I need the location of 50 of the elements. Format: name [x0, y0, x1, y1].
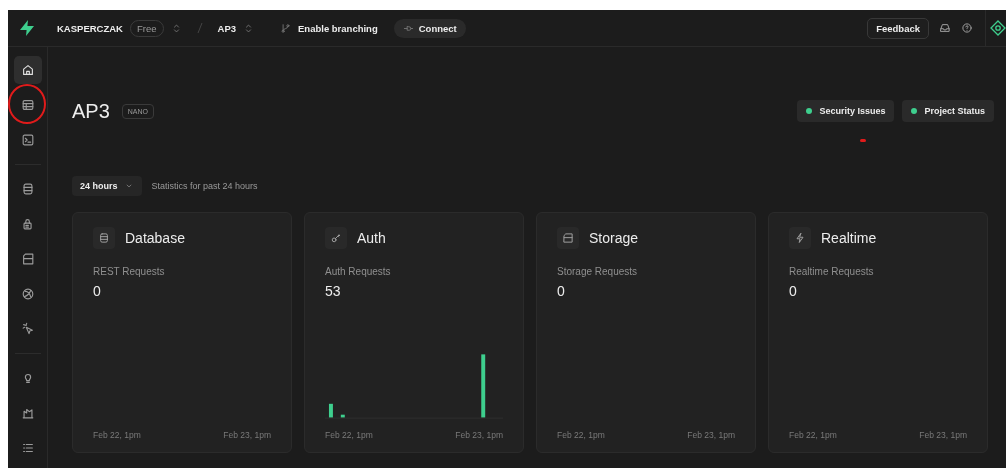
card-title: Auth [357, 230, 386, 246]
axis-end-label: Feb 23, 1pm [919, 430, 967, 440]
axis-end-label: Feb 23, 1pm [455, 430, 503, 440]
chevron-updown-icon [243, 22, 254, 34]
terminal-icon [20, 133, 35, 147]
axis-start-label: Feb 22, 1pm [325, 430, 373, 440]
help-icon [961, 22, 973, 34]
connect-button[interactable]: Connect [393, 18, 466, 38]
metric-value: 0 [93, 283, 102, 299]
card-title: Storage [589, 230, 639, 246]
status-button[interactable]: Security Issues [797, 100, 895, 122]
status-button[interactable]: Project Status [902, 100, 994, 122]
branch-icon [280, 22, 291, 34]
card-title: Realtime [821, 230, 877, 246]
project-title: AP3 [72, 99, 110, 123]
metric-value: 53 [325, 283, 342, 299]
project-name[interactable]: AP3 [217, 22, 236, 34]
folder-icon [562, 232, 574, 244]
inbox-icon [939, 22, 951, 34]
lightning-icon [794, 232, 806, 244]
axis-start-label: Feb 22, 1pm [557, 430, 605, 440]
metric-value: 0 [789, 283, 798, 299]
database-icon [98, 232, 110, 244]
database-icon [20, 182, 35, 196]
slash-separator [195, 22, 204, 34]
branching-button[interactable]: Enable branching [280, 22, 378, 34]
metric-label: Realtime Requests [789, 266, 875, 277]
organization-name[interactable]: KASPERCZAK [57, 22, 123, 34]
axis-end-label: Feb 23, 1pm [687, 430, 735, 440]
metric-label: Storage Requests [557, 266, 639, 277]
sidebar-item[interactable] [13, 56, 42, 84]
axis-end-label: Feb 23, 1pm [223, 430, 271, 440]
logo-icon[interactable] [18, 19, 36, 37]
metric-label: Auth Requests [325, 266, 392, 277]
axis-start-label: Feb 22, 1pm [93, 430, 141, 440]
home-icon [20, 63, 35, 77]
table-icon [20, 98, 35, 112]
period-description: Statistics for past 24 hours [151, 181, 258, 191]
folder-icon [20, 252, 35, 266]
feedback-button[interactable]: Feedback [867, 17, 929, 39]
diamond-icon[interactable] [990, 20, 1006, 36]
period-dropdown[interactable]: 24 hours [72, 176, 142, 196]
key-icon [330, 232, 342, 244]
metric-label: REST Requests [93, 266, 166, 277]
card-title: Database [125, 230, 185, 246]
metric-value: 0 [557, 283, 566, 299]
lock-icon [20, 217, 35, 231]
axis-start-label: Feb 22, 1pm [789, 430, 837, 440]
list-icon [20, 441, 35, 455]
cursor-icon [20, 322, 35, 336]
